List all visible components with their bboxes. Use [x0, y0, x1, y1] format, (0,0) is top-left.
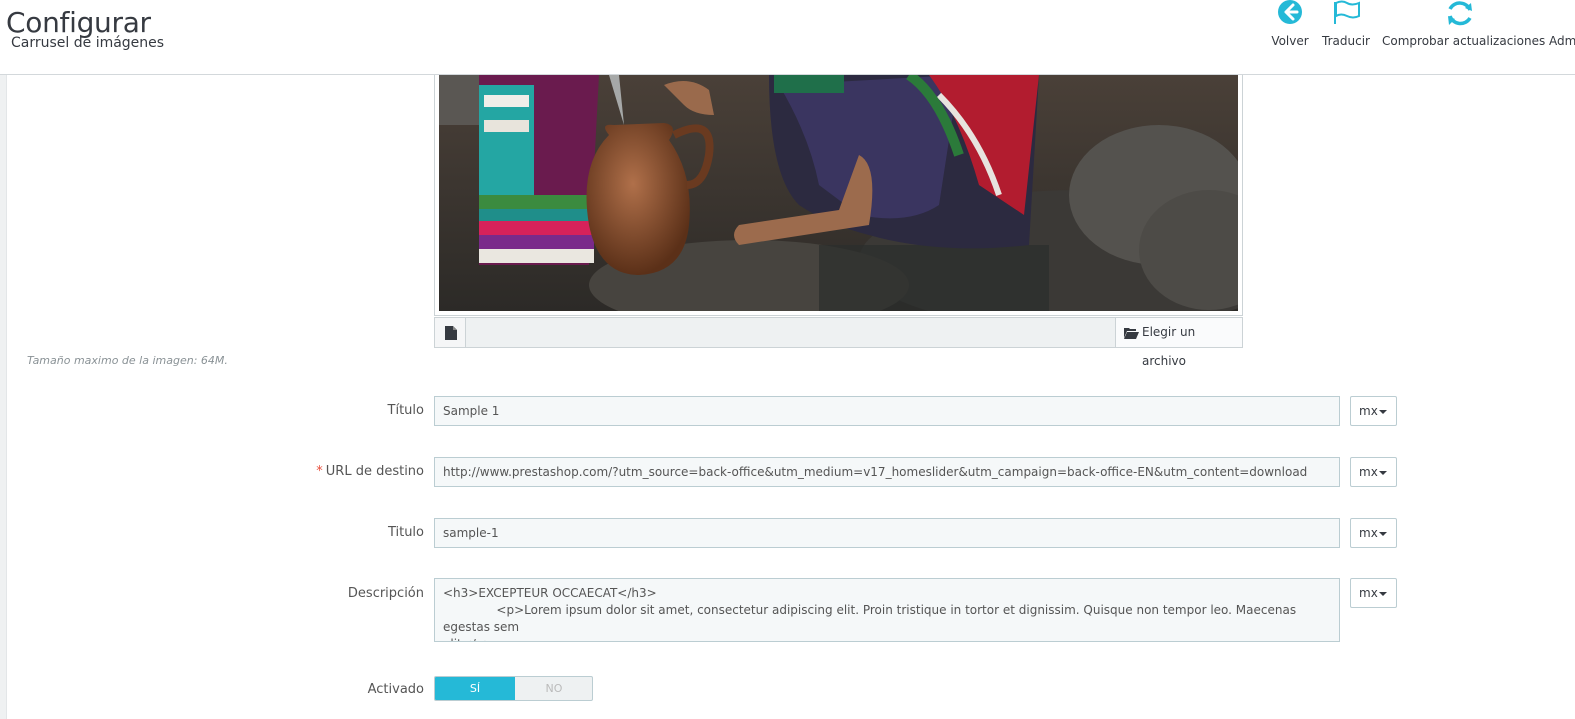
slide-image-preview — [434, 75, 1243, 316]
title-input[interactable]: Sample 1 — [434, 396, 1340, 426]
enabled-switch[interactable]: SÍ NO — [434, 676, 593, 701]
caret-down-icon — [1379, 471, 1387, 475]
check-updates-label: Comprobar actualizaciones — [1382, 34, 1546, 48]
description-textarea[interactable]: <h3>EXCEPTEUR OCCAECAT</h3> <p>Lorem ips… — [434, 578, 1340, 642]
url-input[interactable]: http://www.prestashop.com/?utm_source=ba… — [434, 457, 1340, 487]
caret-down-icon — [1379, 592, 1387, 596]
title-language-select[interactable]: mx — [1350, 396, 1397, 426]
folder-open-icon — [1124, 328, 1139, 339]
legend-language-select[interactable]: mx — [1350, 518, 1397, 548]
flag-icon — [1320, 0, 1372, 30]
title-label: Título — [387, 403, 424, 418]
description-label: Descripción — [347, 586, 424, 601]
translate-button[interactable]: Traducir — [1320, 0, 1372, 60]
translate-label: Traducir — [1322, 34, 1370, 48]
page-subtitle: Carrusel de imágenes — [11, 35, 165, 51]
admin-help-label: Adm — [1549, 34, 1575, 48]
legend-input[interactable]: sample-1 — [434, 518, 1340, 548]
enabled-yes-option[interactable]: SÍ — [435, 677, 515, 700]
description-language-select[interactable]: mx — [1350, 578, 1397, 608]
file-icon — [435, 318, 466, 347]
enabled-no-option[interactable]: NO — [515, 677, 592, 700]
slide-image — [439, 75, 1238, 311]
url-language-value: mx — [1359, 465, 1378, 479]
file-upload-row: Elegir un archivo — [434, 317, 1243, 368]
url-label: * URL de destino — [316, 464, 424, 479]
refresh-icon — [1382, 0, 1538, 30]
choose-file-button[interactable]: Elegir un archivo — [1115, 318, 1242, 368]
url-language-select[interactable]: mx — [1350, 457, 1397, 487]
legend-label: Titulo — [387, 525, 424, 540]
back-label: Volver — [1271, 34, 1309, 48]
check-updates-button[interactable]: Comprobar actualizaciones — [1382, 0, 1546, 60]
file-name-display[interactable] — [466, 318, 1115, 347]
back-button[interactable]: Volver — [1270, 0, 1310, 60]
required-marker: * — [316, 464, 323, 479]
caret-down-icon — [1379, 410, 1387, 414]
title-language-value: mx — [1359, 404, 1378, 418]
image-size-hint: Tamaño maximo de la imagen: 64M. — [27, 354, 228, 367]
legend-language-value: mx — [1359, 526, 1378, 540]
page-header: Configurar Carrusel de imágenes Volver T… — [0, 0, 1575, 75]
description-language-value: mx — [1359, 586, 1378, 600]
enabled-label: Activado — [367, 682, 424, 697]
back-arrow-icon — [1270, 0, 1310, 30]
caret-down-icon — [1379, 532, 1387, 536]
help-icon — [1549, 0, 1575, 30]
url-label-text: URL de destino — [325, 464, 424, 479]
admin-help-button[interactable]: Adm — [1549, 0, 1575, 60]
